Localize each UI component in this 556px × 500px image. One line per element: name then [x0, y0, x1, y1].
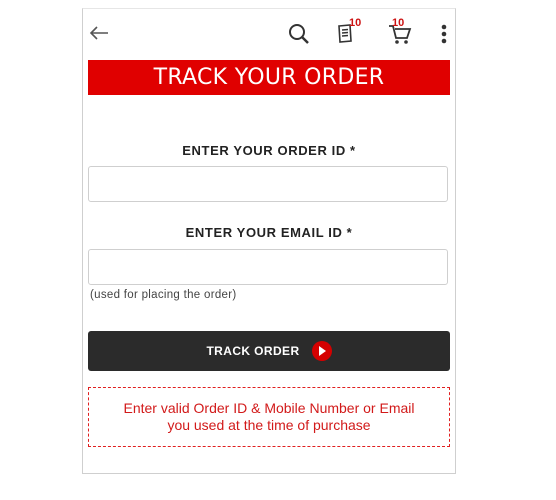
- validation-message-box: Enter valid Order ID & Mobile Number or …: [88, 387, 450, 447]
- search-icon[interactable]: [286, 21, 312, 47]
- back-arrow-icon[interactable]: [87, 21, 111, 45]
- mobile-frame: 10 10 TRACK YOUR ORDER ENTER YOUR ORDER …: [82, 8, 456, 474]
- cart-count-badge: 10: [392, 17, 405, 29]
- order-id-field-box: [88, 166, 448, 202]
- order-id-input[interactable]: [89, 167, 447, 201]
- validation-message-line1: Enter valid Order ID & Mobile Number or …: [123, 400, 415, 416]
- orders-count-badge: 10: [349, 17, 362, 29]
- email-id-input[interactable]: [89, 250, 447, 284]
- top-toolbar: 10 10: [83, 9, 455, 57]
- order-id-label: ENTER YOUR ORDER ID *: [182, 143, 356, 158]
- email-hint-text: (used for placing the order): [90, 289, 237, 301]
- email-id-field-box: [88, 249, 448, 285]
- track-order-button[interactable]: TRACK ORDER: [88, 331, 450, 371]
- more-vertical-icon[interactable]: [437, 21, 451, 47]
- track-order-label: TRACK ORDER: [206, 344, 300, 358]
- validation-message-line2: you used at the time of purchase: [167, 417, 371, 433]
- page-title: TRACK YOUR ORDER: [88, 60, 450, 95]
- email-id-label: ENTER YOUR EMAIL ID *: [185, 225, 353, 240]
- play-arrow-icon: [311, 341, 332, 361]
